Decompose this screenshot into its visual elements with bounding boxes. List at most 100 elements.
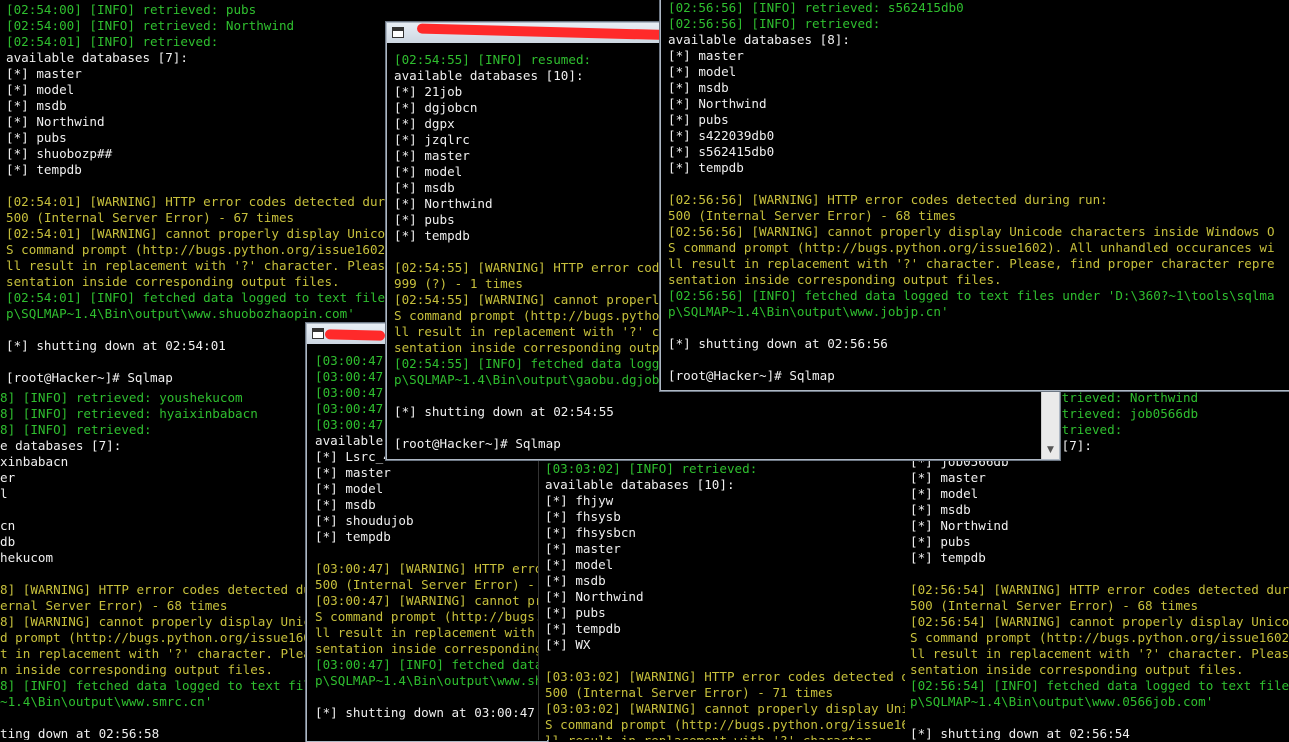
console-line: [*] fhsysb: [545, 509, 621, 524]
console-line: [03:03:02] [WARNING] HTTP error codes de…: [545, 669, 905, 684]
console-line: [*] pubs: [668, 112, 729, 127]
console-line: p\SQLMAP~1.4\Bin\output\www.shoudujob.co…: [315, 673, 548, 688]
console-line: [03:03:02] [WARNING] cannot properly dis…: [545, 701, 905, 716]
console-window-jobjp[interactable]: [02:56:56] [INFO] retrieved: s562415db0 […: [660, 0, 1289, 391]
console-line: [*] Northwind: [668, 96, 767, 111]
console-line: [*] tempdb: [545, 621, 621, 636]
console-line: [*] master: [315, 465, 391, 480]
console-line: hekucom: [0, 550, 54, 565]
console-line: 500 (Internal Server Error) - 71 times: [545, 685, 834, 700]
console-line: t in replacement with '?' character. Ple…: [0, 646, 306, 661]
console-line: [*] model: [910, 486, 979, 501]
console-line: available databases [8]:: [668, 32, 850, 47]
console-line: cn: [0, 518, 16, 533]
console-line: [*] Northwind: [910, 518, 1009, 533]
console-line: sentation inside corresponding output fi…: [910, 662, 1244, 677]
console-line: 500 (Internal Server Error) - 69 times: [315, 577, 547, 592]
console-line: p\SQLMAP~1.4\Bin\output\www.0566job.com': [910, 694, 1214, 709]
console-line: 8] [INFO] retrieved: youshekucom: [0, 390, 243, 405]
console-line: ll result in replacement with '?' charac…: [545, 733, 905, 740]
console-line: 8] [WARNING] HTTP error codes detected d…: [0, 582, 306, 597]
console-line: ~1.4\Bin\output\www.smrc.cn': [0, 694, 213, 709]
console-line: [03:03:02] [INFO] retrieved:: [545, 461, 758, 476]
console-line: db: [0, 534, 16, 549]
console-line: d prompt (http://bugs.python.org/issue16…: [0, 630, 306, 645]
console-line: [*] msdb: [545, 573, 606, 588]
console-line: [02:56:54] [WARNING] HTTP error codes de…: [910, 582, 1289, 597]
console-line: [02:54:00] [INFO] retrieved: pubs: [6, 2, 257, 17]
console-line: [*] msdb: [668, 80, 729, 95]
console-line: [*] pubs: [910, 534, 971, 549]
console-line: [*] fhsysbcn: [545, 525, 636, 540]
console-line: [*] s422039db0: [668, 128, 775, 143]
console-line: S command prompt (http://bugs.python.org…: [545, 717, 905, 732]
console-line: [*] s562415db0: [668, 144, 775, 159]
console-line: p\SQLMAP~1.4\Bin\output\www.jobjp.cn': [668, 304, 949, 319]
console-line: [*] tempdb: [315, 529, 391, 544]
console-line: [*] tempdb: [668, 160, 744, 175]
console-window-icon: [392, 27, 404, 38]
console-line: [*] master: [545, 541, 621, 556]
console-line: ernal Server Error) - 68 times: [0, 598, 228, 613]
console-line: 8] [INFO] retrieved:: [0, 422, 152, 437]
console-line: [*] shutting down at 03:00:47: [315, 705, 535, 720]
console-line: [*] shutting down at 02:56:56: [668, 336, 888, 351]
console-line: 500 (Internal Server Error) - 68 times: [668, 208, 957, 223]
console-line: 8] [INFO] fetched data logged to text fi…: [0, 678, 306, 693]
console-line: l: [0, 486, 8, 501]
console-line: available databases [10]:: [545, 477, 735, 492]
console-line: [*] model: [668, 64, 737, 79]
console-line: 500 (Internal Server Error) - 68 times: [910, 598, 1199, 613]
console-line: [*] msdb: [910, 502, 971, 517]
console-line: er: [0, 470, 16, 485]
console-line: [03:00:47] [WARNING] HTTP error codes de…: [315, 561, 548, 576]
console-window-icon: [312, 328, 324, 339]
console-line: 8] [WARNING] cannot properly display Uni…: [0, 614, 306, 629]
console-line: [02:56:56] [WARNING] cannot properly dis…: [668, 224, 1275, 239]
console-line: [*] shutting down at 02:56:54: [910, 726, 1130, 740]
scroll-down-icon[interactable]: ▼: [1042, 442, 1059, 459]
console-line: sentation inside corresponding output fi…: [668, 272, 1002, 287]
console-line: [02:56:56] [INFO] retrieved: s562415db0: [668, 0, 964, 15]
console-line: S command prompt (http://bugs.python.org…: [668, 240, 1275, 255]
console-line: [*] Northwind: [545, 589, 644, 604]
console-window-smrc[interactable]: 8] [INFO] retrieved: youshekucom 8] [INFO…: [0, 388, 306, 740]
console-line: [root@Hacker~]# Sqlmap: [394, 436, 561, 451]
console-line: [02:56:56] [INFO] fetched data logged to…: [668, 288, 1275, 303]
console-line: [02:56:56] [WARNING] HTTP error codes de…: [668, 192, 1108, 207]
redaction-mark: [416, 23, 688, 41]
console-line: [*] model: [545, 557, 614, 572]
console-output: 8] [INFO] retrieved: youshekucom 8] [INFO…: [0, 390, 306, 740]
console-line: ll result in replacement with '?' charac…: [668, 256, 1275, 271]
console-line: S command prompt (http://bugs.python.org…: [910, 630, 1289, 645]
console-line: [03:00:47] [INFO] fetched data logged to…: [315, 657, 543, 672]
console-line: [*] shoudujob: [315, 513, 414, 528]
console-line: [*] tempdb: [910, 550, 986, 565]
console-line: e databases [7]:: [0, 438, 122, 453]
console-output: [02:56:56] [INFO] retrieved: s562415db0 […: [668, 0, 1289, 390]
console-line: [*] master: [910, 470, 986, 485]
console-line: [*] model: [315, 481, 384, 496]
console-line: [*] shutting down at 02:54:55: [394, 404, 614, 419]
console-line: [*] master: [668, 48, 744, 63]
console-line: [02:56:54] [WARNING] cannot properly dis…: [910, 614, 1289, 629]
console-line: [root@Hacker~]# Sqlmap: [668, 368, 835, 383]
console-line: [*] msdb: [315, 497, 376, 512]
console-line: xinbabacn: [0, 454, 69, 469]
console-output: [03:03:02] [INFO] retrieved: available da…: [545, 461, 905, 740]
console-line: ting down at 02:56:58: [0, 726, 160, 740]
console-line: [02:56:54] [INFO] fetched data logged to…: [910, 678, 1289, 693]
console-line: [03:00:47] [WARNING] cannot properly dis…: [315, 593, 547, 608]
console-window-fhsysb[interactable]: [03:03:02] [INFO] retrieved: available da…: [538, 458, 905, 740]
